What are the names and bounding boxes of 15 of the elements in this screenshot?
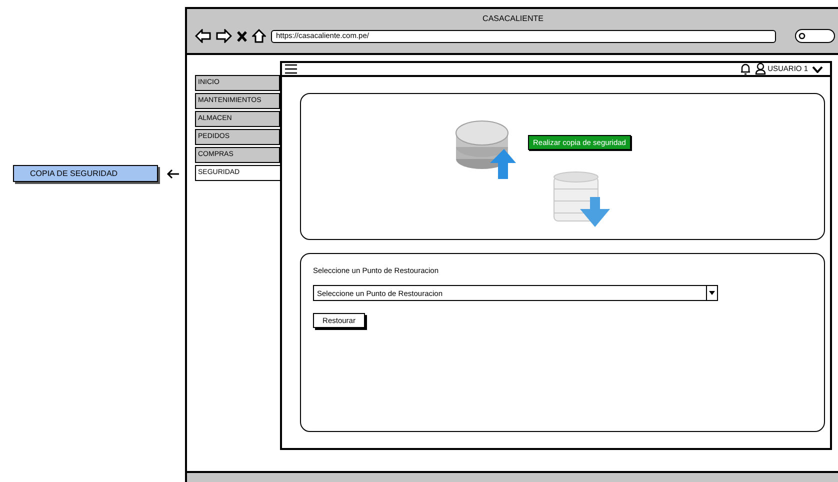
user-icon[interactable] bbox=[754, 63, 766, 75]
window-title: CASACALIENTE bbox=[482, 13, 544, 25]
close-icon[interactable] bbox=[237, 30, 247, 42]
forward-icon[interactable] bbox=[216, 29, 232, 43]
home-icon[interactable] bbox=[252, 29, 266, 43]
dropdown-caret-icon bbox=[709, 291, 715, 296]
bell-icon[interactable] bbox=[740, 63, 751, 75]
search-icon bbox=[798, 32, 806, 40]
submenu-item[interactable]: COPIA DE SEGURIDAD bbox=[13, 165, 158, 182]
menu-icon[interactable] bbox=[285, 64, 297, 74]
search-field[interactable] bbox=[795, 29, 835, 43]
arrow-left-icon bbox=[166, 168, 180, 178]
chevron-down-icon[interactable] bbox=[812, 66, 823, 72]
back-icon[interactable] bbox=[195, 29, 211, 43]
database-download-icon bbox=[552, 171, 612, 229]
